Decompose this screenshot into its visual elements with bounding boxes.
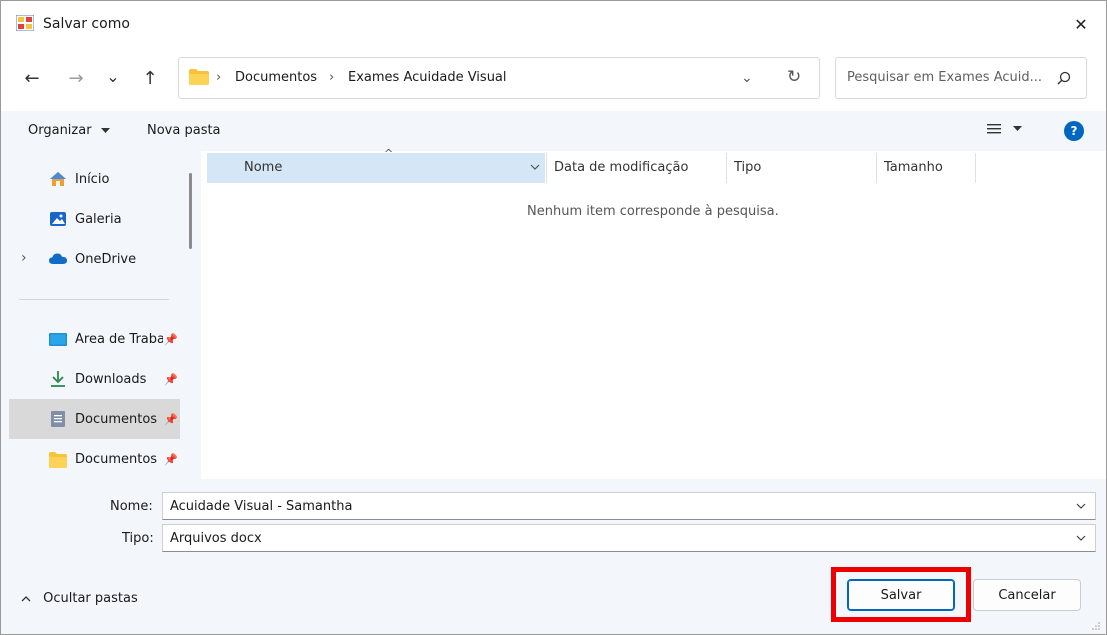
- navigation-pane: Início Galeria › OneDrive Área de Trabal…: [1, 151, 201, 479]
- breadcrumb-exames[interactable]: Exames Acuidade Visual: [348, 70, 507, 85]
- sidebar-item-label: Área de Trabalho: [75, 331, 163, 347]
- file-details-panel: Nome: Acuidade Visual - Samantha Tipo: A…: [1, 479, 1106, 561]
- recent-locations-button[interactable]: ⌄: [98, 61, 128, 91]
- caret-down-icon: [1013, 126, 1023, 131]
- help-icon[interactable]: ?: [1064, 121, 1084, 141]
- search-icon[interactable]: [1057, 71, 1071, 85]
- gallery-icon: [50, 212, 66, 226]
- document-icon: [51, 411, 65, 427]
- sidebar-item-label: Galeria: [75, 211, 122, 227]
- window-title: Salvar como: [43, 16, 130, 32]
- column-separator[interactable]: [975, 153, 976, 183]
- expand-icon[interactable]: ›: [21, 250, 27, 266]
- file-type-label: Tipo:: [122, 531, 154, 546]
- search-placeholder: Pesquisar em Exames Acuid...: [847, 70, 1043, 85]
- pin-icon[interactable]: 📌: [164, 373, 178, 386]
- column-filter-chevron-icon[interactable]: [530, 164, 540, 171]
- sidebar-item-label: Downloads: [75, 371, 147, 387]
- sidebar-item-documentos[interactable]: Documentos 📌: [9, 399, 180, 439]
- app-icon: [16, 15, 34, 31]
- address-bar[interactable]: › Documentos › Exames Acuidade Visual ⌄ …: [178, 57, 820, 99]
- new-folder-button[interactable]: Nova pasta: [147, 123, 221, 138]
- file-name-label: Nome:: [110, 499, 153, 514]
- sidebar-item-label: Início: [75, 171, 110, 187]
- download-icon: [51, 371, 65, 387]
- empty-state-message: Nenhum item corresponde à pesquisa.: [527, 204, 779, 219]
- highlight-box: [831, 567, 971, 622]
- column-header-size[interactable]: Tamanho: [884, 153, 943, 183]
- view-options-button[interactable]: [987, 123, 1023, 139]
- up-button[interactable]: ↑: [135, 63, 165, 93]
- search-input[interactable]: Pesquisar em Exames Acuid...: [835, 57, 1087, 99]
- sidebar-item-onedrive[interactable]: › OneDrive: [9, 239, 180, 279]
- close-button[interactable]: ✕: [1063, 9, 1099, 39]
- arrow-right-icon: →: [68, 67, 84, 89]
- pin-icon[interactable]: 📌: [164, 453, 178, 466]
- folder-icon: [189, 69, 209, 85]
- close-icon: ✕: [1074, 14, 1088, 34]
- file-type-value: Arquivos docx: [170, 531, 262, 546]
- file-list: [201, 151, 1106, 479]
- refresh-icon[interactable]: ↻: [787, 67, 801, 87]
- column-separator[interactable]: [726, 153, 727, 183]
- chevron-down-icon[interactable]: [1075, 498, 1087, 514]
- sidebar-item-galeria[interactable]: Galeria: [9, 199, 180, 239]
- sidebar-item-area-de-trabalho[interactable]: Área de Trabalho 📌: [9, 319, 180, 359]
- column-separator[interactable]: [876, 153, 877, 183]
- chevron-down-icon: ⌄: [106, 66, 120, 86]
- hide-folders-toggle[interactable]: Ocultar pastas: [21, 591, 138, 606]
- desktop-icon: [49, 333, 67, 346]
- pin-icon[interactable]: 📌: [164, 333, 178, 346]
- arrow-up-icon: ↑: [142, 67, 158, 89]
- column-header-date[interactable]: Data de modificação: [554, 153, 688, 183]
- home-icon: [50, 172, 66, 186]
- breadcrumb-documentos[interactable]: Documentos: [235, 70, 317, 85]
- sidebar-item-label: Documentos: [75, 411, 158, 427]
- sidebar-item-inicio[interactable]: Início: [9, 159, 180, 199]
- cancel-button[interactable]: Cancelar: [973, 579, 1081, 611]
- title-bar: Salvar como ✕: [1, 1, 1106, 47]
- breadcrumb-separator: ›: [329, 70, 335, 85]
- forward-button[interactable]: →: [61, 63, 91, 93]
- pin-icon[interactable]: 📌: [164, 413, 178, 426]
- sidebar-divider: [19, 299, 169, 300]
- column-separator[interactable]: [546, 153, 547, 183]
- sidebar-item-documentos-folder[interactable]: Documentos 📌: [9, 439, 180, 479]
- chevron-down-icon[interactable]: [1075, 530, 1087, 546]
- sidebar-item-label: Documentos: [75, 451, 158, 467]
- breadcrumb-separator: ›: [216, 70, 222, 85]
- file-name-value: Acuidade Visual - Samantha: [170, 499, 353, 514]
- caret-down-icon: [100, 127, 110, 133]
- hide-folders-label: Ocultar pastas: [43, 591, 138, 606]
- sidebar-scrollbar[interactable]: [189, 173, 192, 249]
- sort-ascending-icon: ^: [384, 147, 394, 160]
- arrow-left-icon: ←: [24, 67, 40, 89]
- file-name-field[interactable]: Acuidade Visual - Samantha: [162, 492, 1096, 520]
- cloud-icon: [49, 253, 67, 264]
- folder-icon: [49, 452, 67, 468]
- address-dropdown-icon[interactable]: ⌄: [741, 70, 753, 86]
- sidebar-item-label: OneDrive: [75, 251, 137, 267]
- back-button[interactable]: ←: [17, 63, 47, 93]
- save-as-dialog: Salvar como ✕ ← → ⌄ ↑ › Documentos › Exa…: [0, 0, 1107, 635]
- column-header-name[interactable]: Nome: [244, 153, 282, 183]
- column-header-type[interactable]: Tipo: [734, 153, 761, 183]
- command-bar: Organizar Nova pasta ?: [1, 111, 1106, 151]
- file-type-select[interactable]: Arquivos docx: [162, 524, 1096, 552]
- resize-grip-icon[interactable]: [1091, 621, 1101, 631]
- organize-label: Organizar: [28, 123, 92, 138]
- organize-menu[interactable]: Organizar: [28, 123, 110, 138]
- list-view-icon: [987, 124, 1001, 134]
- sidebar-item-downloads[interactable]: Downloads 📌: [9, 359, 180, 399]
- chevron-up-icon: [21, 596, 31, 602]
